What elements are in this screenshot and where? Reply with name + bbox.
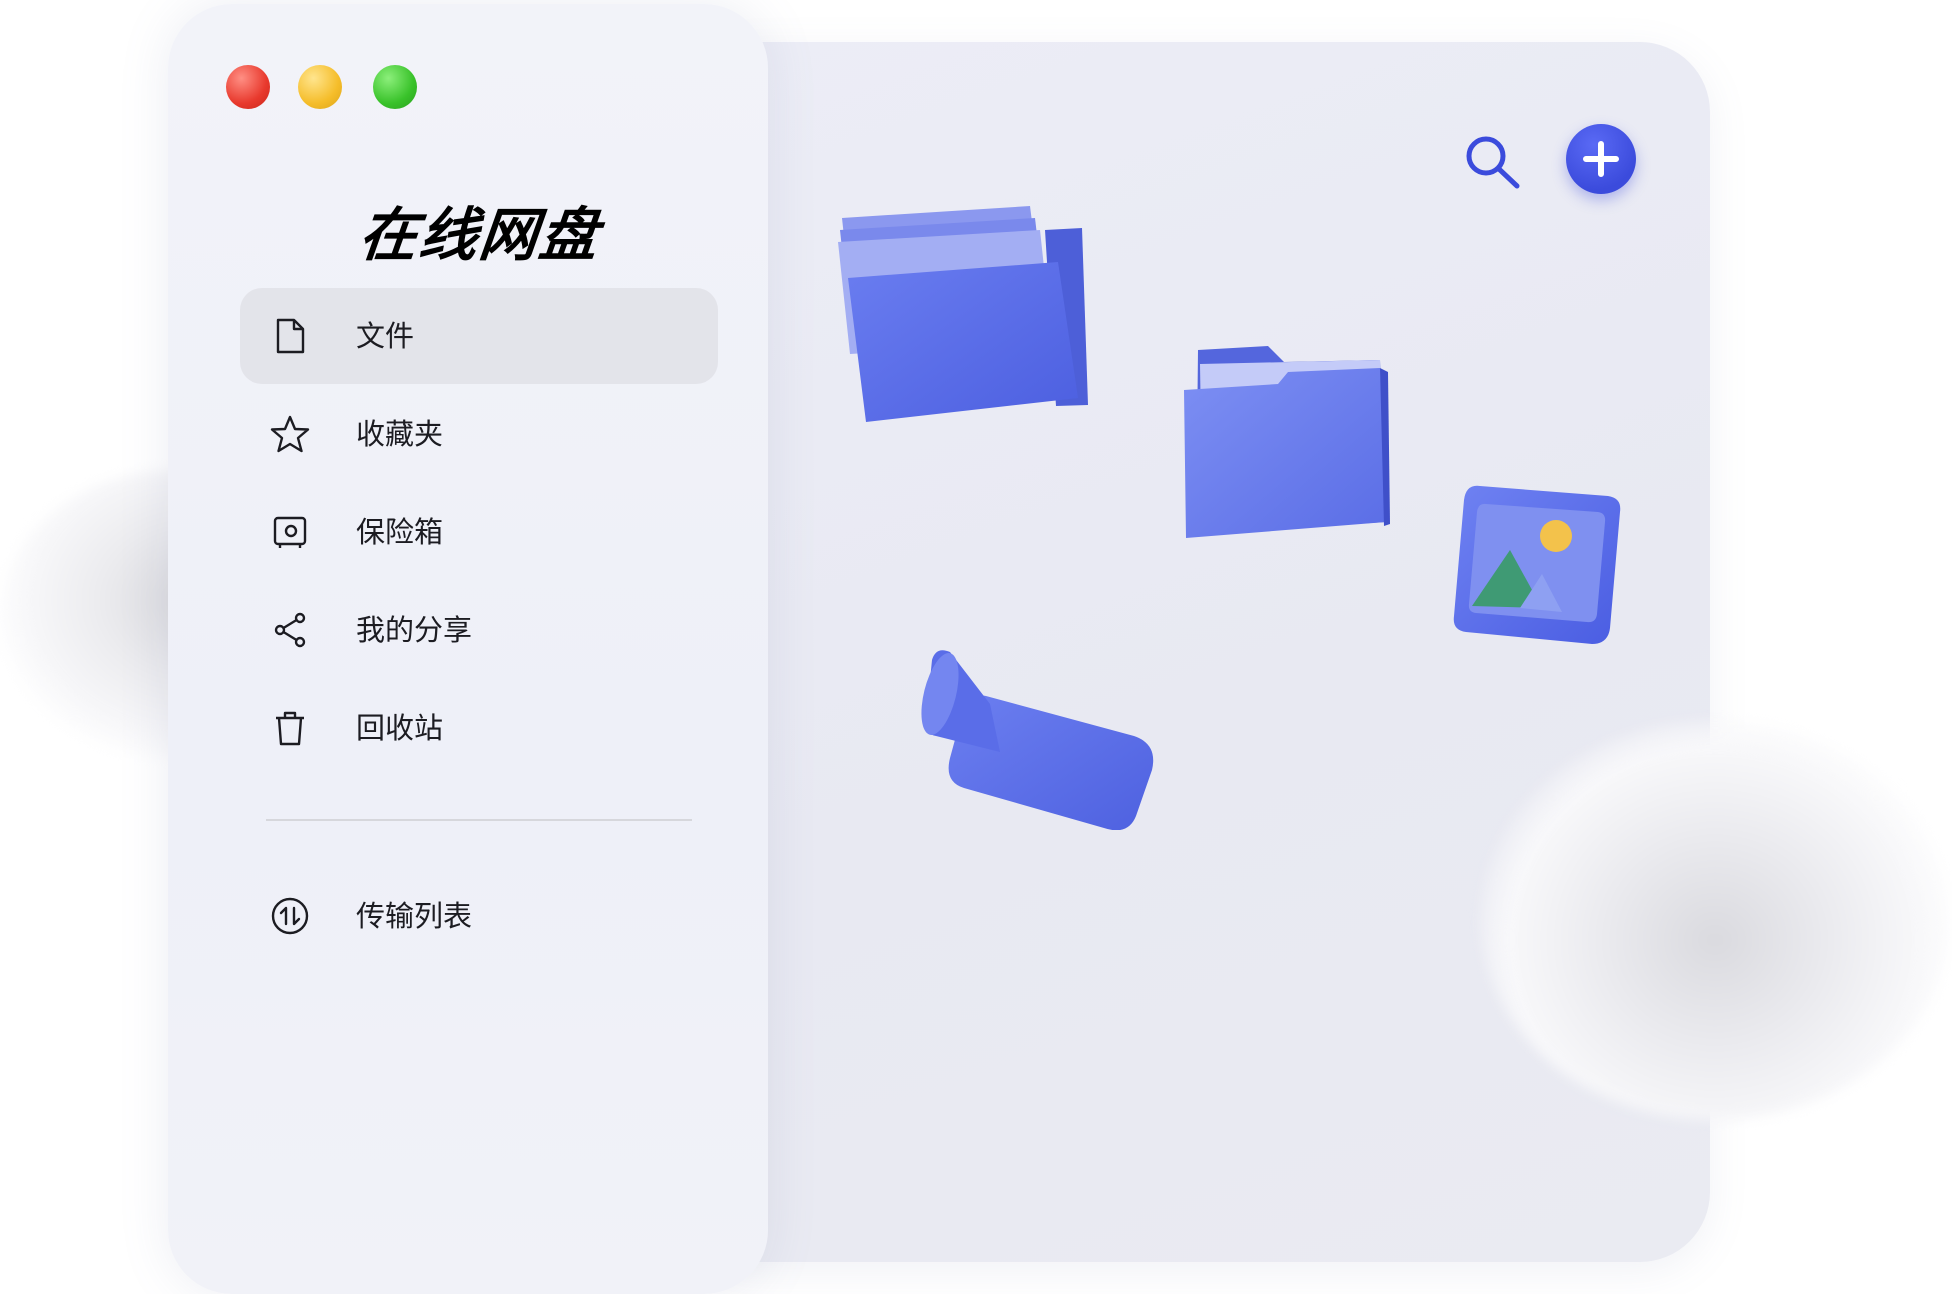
sidebar-item-label: 收藏夹 [356, 417, 444, 451]
cloud-decoration-right [1480, 720, 1950, 1120]
folder-stack-icon [838, 206, 1088, 422]
file-icon [270, 316, 310, 356]
sidebar-item-label: 保险箱 [356, 515, 444, 549]
sidebar-item-label: 回收站 [356, 711, 444, 745]
transfer-icon [270, 896, 310, 936]
trash-icon [270, 708, 310, 748]
video-camera-icon [921, 650, 1154, 830]
sidebar-item-files[interactable]: 文件 [240, 288, 718, 384]
app-title: 在线网盘 [355, 201, 604, 269]
sidebar-item-my-shares[interactable]: 我的分享 [240, 582, 718, 678]
sidebar-item-recycle-bin[interactable]: 回收站 [240, 680, 718, 776]
sidebar-divider [266, 819, 692, 821]
sidebar-item-label: 传输列表 [356, 899, 473, 933]
sidebar-item-label: 我的分享 [356, 613, 473, 647]
image-icon [1453, 485, 1621, 644]
share-icon [270, 610, 310, 650]
search-icon[interactable] [1462, 132, 1524, 194]
star-icon [270, 414, 310, 454]
sidebar-item-safe[interactable]: 保险箱 [240, 484, 718, 580]
window-close-button[interactable] [226, 65, 270, 109]
sidebar-item-favorites[interactable]: 收藏夹 [240, 386, 718, 482]
sidebar-item-label: 文件 [356, 319, 415, 353]
window-minimize-button[interactable] [298, 65, 342, 109]
add-button[interactable] [1566, 124, 1636, 194]
safe-icon [270, 512, 310, 552]
folder-icon [1184, 346, 1390, 538]
sidebar-item-transfer-list[interactable]: 传输列表 [240, 868, 718, 964]
window-maximize-button[interactable] [373, 65, 417, 109]
